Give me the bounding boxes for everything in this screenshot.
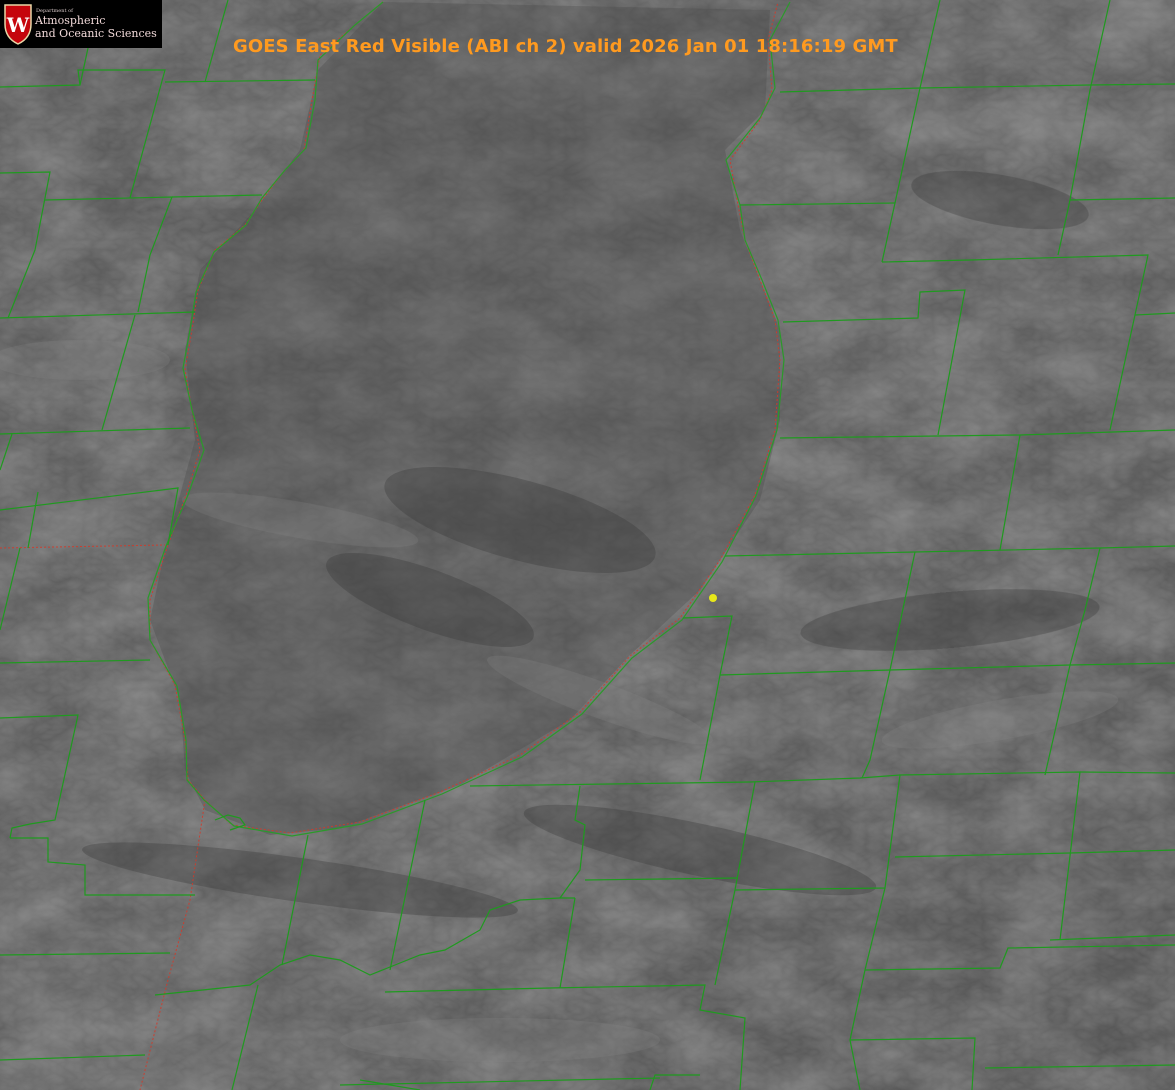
uw-crest-icon: W [4,4,32,45]
logo-name: Atmospheric and Oceanic Sciences [35,14,157,40]
logo-line1: Atmospheric [35,14,106,27]
satellite-image [0,0,1175,1090]
image-title: GOES East Red Visible (ABI ch 2) valid 2… [233,36,898,57]
crest-letter: W [6,13,30,37]
logo-line2: and Oceanic Sciences [35,27,157,40]
station-dot-icon [709,594,717,602]
uw-aos-logo[interactable]: W Department of Atmospheric and Oceanic … [0,0,162,48]
